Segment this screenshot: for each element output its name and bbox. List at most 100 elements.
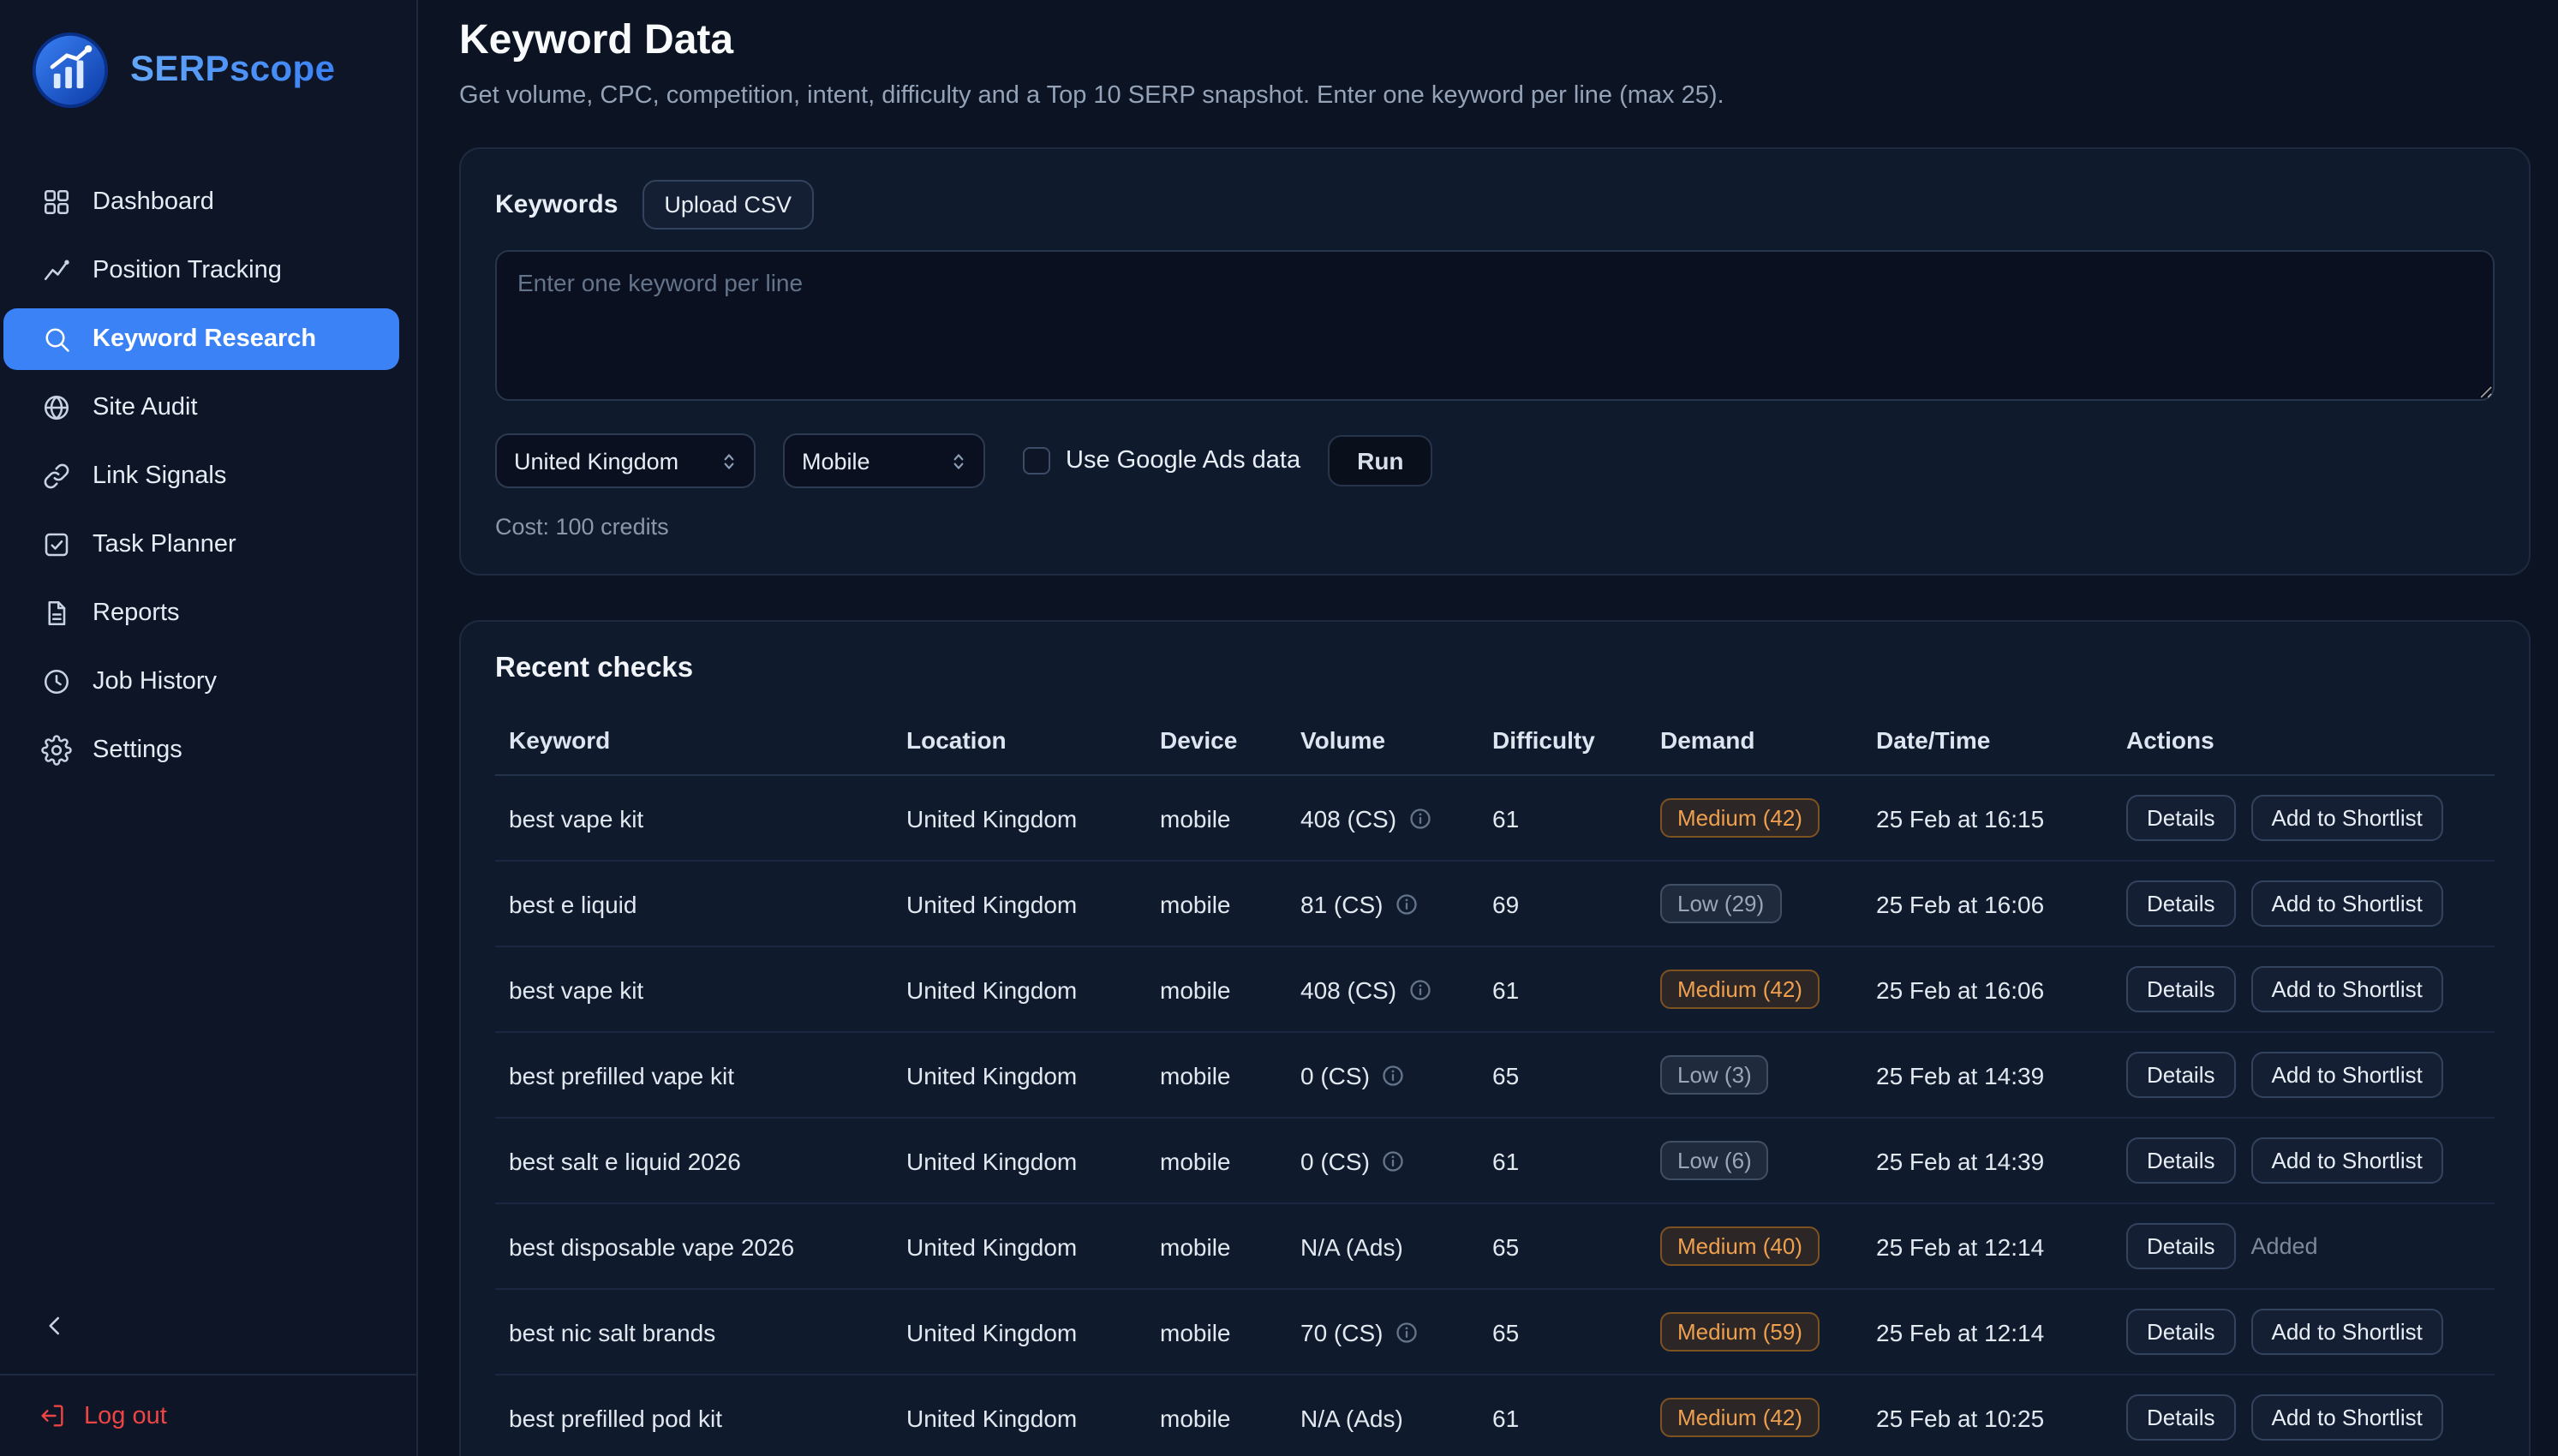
demand-badge: Medium (42) <box>1660 798 1820 838</box>
sidebar-item-reports[interactable]: Reports <box>3 582 399 644</box>
details-button[interactable]: Details <box>2126 1394 2236 1441</box>
cell-difficulty: 61 <box>1479 775 1647 861</box>
cell-actions: Details Add to Shortlist <box>2113 1118 2495 1203</box>
demand-badge: Medium (40) <box>1660 1226 1820 1266</box>
report-icon <box>41 598 72 629</box>
cell-datetime: 25 Feb at 16:06 <box>1862 861 2113 946</box>
demand-badge: Low (6) <box>1660 1141 1769 1180</box>
cell-location: United Kingdom <box>893 861 1146 946</box>
sidebar-item-site-audit[interactable]: Site Audit <box>3 377 399 439</box>
column-header: Keyword <box>495 709 893 775</box>
demand-badge: Low (3) <box>1660 1055 1769 1095</box>
cell-location: United Kingdom <box>893 1032 1146 1118</box>
add-to-shortlist-button[interactable]: Add to Shortlist <box>2251 880 2443 927</box>
cell-volume: 408 (CS) <box>1287 775 1479 861</box>
keywords-textarea[interactable] <box>495 250 2495 401</box>
table-row: best vape kit United Kingdom mobile 408 … <box>495 775 2495 861</box>
add-to-shortlist-button[interactable]: Add to Shortlist <box>2251 1052 2443 1098</box>
chevron-left-icon <box>39 1310 70 1341</box>
cell-device: mobile <box>1146 1118 1287 1203</box>
sidebar-item-label: Site Audit <box>93 394 198 421</box>
cell-demand: Medium (40) <box>1647 1203 1862 1289</box>
info-icon[interactable] <box>1395 1320 1419 1344</box>
run-button[interactable]: Run <box>1328 435 1432 486</box>
info-icon[interactable] <box>1395 892 1419 916</box>
cell-keyword: best e liquid <box>495 861 893 946</box>
location-select[interactable]: United Kingdom <box>495 433 756 488</box>
app-name: SERPscope <box>130 50 335 91</box>
cell-volume: 0 (CS) <box>1287 1118 1479 1203</box>
logout-button[interactable]: Log out <box>0 1374 416 1456</box>
details-button[interactable]: Details <box>2126 1137 2236 1184</box>
sidebar-collapse-button[interactable] <box>31 1302 79 1350</box>
sidebar-item-label: Job History <box>93 668 217 695</box>
info-icon[interactable] <box>1408 806 1432 830</box>
details-button[interactable]: Details <box>2126 1052 2236 1098</box>
info-icon[interactable] <box>1408 977 1432 1001</box>
cell-demand: Medium (42) <box>1647 1375 1862 1456</box>
info-icon[interactable] <box>1382 1063 1406 1087</box>
google-ads-checkbox[interactable] <box>1023 447 1050 474</box>
page-title: Keyword Data <box>459 17 2531 65</box>
recent-checks-body: best vape kit United Kingdom mobile 408 … <box>495 775 2495 1456</box>
cell-device: mobile <box>1146 1289 1287 1375</box>
table-row: best disposable vape 2026 United Kingdom… <box>495 1203 2495 1289</box>
column-header: Device <box>1146 709 1287 775</box>
cell-difficulty: 61 <box>1479 1118 1647 1203</box>
cell-location: United Kingdom <box>893 1375 1146 1456</box>
details-button[interactable]: Details <box>2126 1223 2236 1269</box>
table-row: best vape kit United Kingdom mobile 408 … <box>495 946 2495 1032</box>
table-row: best nic salt brands United Kingdom mobi… <box>495 1289 2495 1375</box>
add-to-shortlist-button[interactable]: Add to Shortlist <box>2251 1309 2443 1355</box>
sidebar-item-dashboard[interactable]: Dashboard <box>3 171 399 233</box>
cell-demand: Medium (42) <box>1647 946 1862 1032</box>
cell-volume: 408 (CS) <box>1287 946 1479 1032</box>
logout-icon <box>38 1401 67 1430</box>
sidebar-item-job-history[interactable]: Job History <box>3 651 399 713</box>
task-check-icon <box>41 529 72 560</box>
details-button[interactable]: Details <box>2126 795 2236 841</box>
cell-device: mobile <box>1146 1203 1287 1289</box>
select-updown-icon <box>718 450 740 472</box>
google-ads-label: Use Google Ads data <box>1066 447 1300 474</box>
cell-keyword: best vape kit <box>495 946 893 1032</box>
column-header: Date/Time <box>1862 709 2113 775</box>
sidebar-item-label: Position Tracking <box>93 257 282 284</box>
demand-badge: Medium (42) <box>1660 1398 1820 1437</box>
cell-keyword: best vape kit <box>495 775 893 861</box>
select-updown-icon <box>947 450 970 472</box>
cell-demand: Low (3) <box>1647 1032 1862 1118</box>
sidebar-item-task-planner[interactable]: Task Planner <box>3 514 399 576</box>
table-row: best salt e liquid 2026 United Kingdom m… <box>495 1118 2495 1203</box>
details-button[interactable]: Details <box>2126 966 2236 1012</box>
sidebar-item-keyword-research[interactable]: Keyword Research <box>3 308 399 370</box>
table-row: best prefilled pod kit United Kingdom mo… <box>495 1375 2495 1456</box>
device-select[interactable]: Mobile <box>783 433 985 488</box>
table-row: best prefilled vape kit United Kingdom m… <box>495 1032 2495 1118</box>
cell-actions: Details Add to Shortlist <box>2113 1375 2495 1456</box>
sidebar-item-settings[interactable]: Settings <box>3 719 399 781</box>
add-to-shortlist-button[interactable]: Add to Shortlist <box>2251 1137 2443 1184</box>
info-icon[interactable] <box>1382 1149 1406 1173</box>
cell-keyword: best salt e liquid 2026 <box>495 1118 893 1203</box>
sidebar-item-link-signals[interactable]: Link Signals <box>3 445 399 507</box>
add-to-shortlist-button[interactable]: Add to Shortlist <box>2251 1394 2443 1441</box>
cell-datetime: 25 Feb at 16:06 <box>1862 946 2113 1032</box>
sidebar-item-label: Task Planner <box>93 531 236 558</box>
cell-actions: Details Add to Shortlist <box>2113 1289 2495 1375</box>
sidebar-item-position-tracking[interactable]: Position Tracking <box>3 240 399 301</box>
logout-label: Log out <box>84 1402 167 1429</box>
cell-device: mobile <box>1146 946 1287 1032</box>
add-to-shortlist-button[interactable]: Add to Shortlist <box>2251 966 2443 1012</box>
cell-difficulty: 61 <box>1479 1375 1647 1456</box>
add-to-shortlist-button[interactable]: Add to Shortlist <box>2251 795 2443 841</box>
upload-csv-button[interactable]: Upload CSV <box>642 180 814 230</box>
details-button[interactable]: Details <box>2126 880 2236 927</box>
cell-volume: 70 (CS) <box>1287 1289 1479 1375</box>
details-button[interactable]: Details <box>2126 1309 2236 1355</box>
page-subtitle: Get volume, CPC, competition, intent, di… <box>459 82 2531 110</box>
cell-datetime: 25 Feb at 10:25 <box>1862 1375 2113 1456</box>
cell-volume: 0 (CS) <box>1287 1032 1479 1118</box>
cell-difficulty: 61 <box>1479 946 1647 1032</box>
cell-actions: Details Add to Shortlist <box>2113 1032 2495 1118</box>
